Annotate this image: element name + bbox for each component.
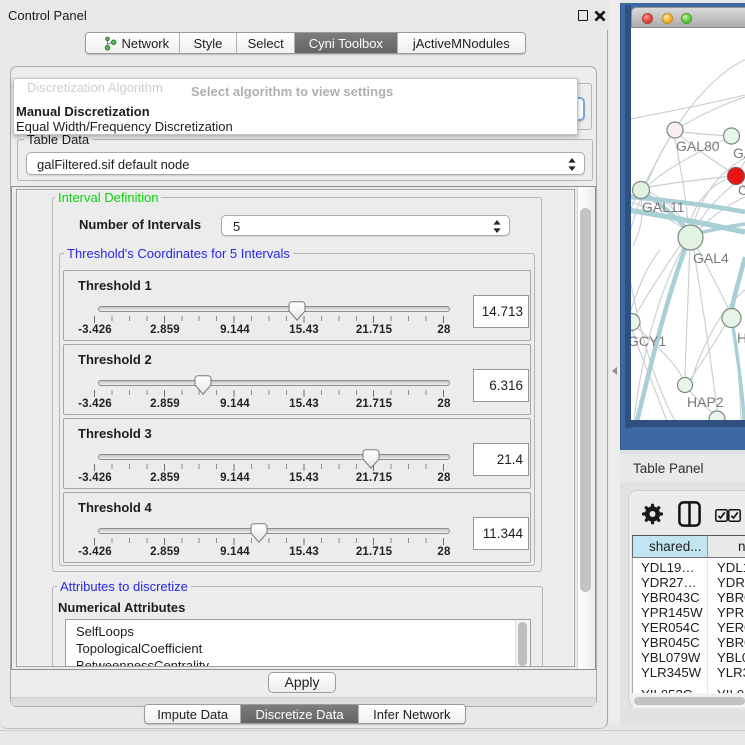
svg-text:GCY1: GCY1 [631, 333, 666, 349]
svg-text:C: C [738, 182, 745, 198]
svg-text:GAL80: GAL80 [676, 138, 720, 154]
svg-text:GA: GA [733, 145, 745, 161]
svg-text:GAL4: GAL4 [693, 250, 729, 266]
svg-text:GAL11: GAL11 [642, 199, 685, 215]
svg-text:HAP2: HAP2 [687, 394, 724, 410]
svg-text:H: H [737, 330, 745, 346]
